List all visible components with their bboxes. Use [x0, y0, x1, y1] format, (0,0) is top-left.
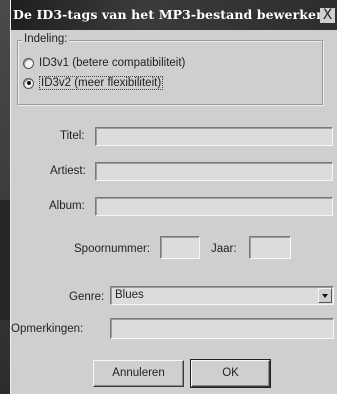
- comments-label: Opmerkingen:: [11, 323, 84, 335]
- id3-edit-dialog: De ID3-tags van het MP3-bestand bewerken…: [10, 0, 337, 394]
- radio-button-id3v1[interactable]: [23, 57, 34, 69]
- comments-field[interactable]: [110, 318, 334, 339]
- title-label: Titel:: [60, 130, 85, 142]
- genre-combobox[interactable]: Blues: [110, 286, 334, 305]
- genre-label: Genre:: [69, 291, 105, 303]
- artist-label: Artiest:: [50, 165, 86, 177]
- cancel-button[interactable]: Annuleren: [93, 360, 184, 387]
- track-number-field[interactable]: [160, 236, 200, 259]
- album-field[interactable]: [95, 197, 333, 216]
- dialog-title: De ID3-tags van het MP3-bestand bewerken: [13, 7, 326, 22]
- track-number-label: Spoornummer:: [74, 243, 151, 255]
- radio-id3v1-label: ID3v1 (betere compatibiliteit): [39, 57, 186, 69]
- close-icon: X: [322, 7, 333, 23]
- artist-field[interactable]: [95, 162, 333, 181]
- format-groupbox: Indeling: ID3v1 (betere compatibiliteit)…: [17, 33, 323, 105]
- radio-id3v1[interactable]: ID3v1 (betere compatibiliteit): [23, 55, 185, 71]
- format-group-legend: Indeling:: [22, 33, 70, 45]
- radio-button-id3v2[interactable]: [23, 77, 34, 89]
- background-shadow: [0, 200, 10, 320]
- close-button[interactable]: X: [320, 8, 335, 23]
- ok-button[interactable]: OK: [190, 359, 271, 388]
- album-label: Album:: [49, 200, 85, 212]
- dialog-titlebar[interactable]: De ID3-tags van het MP3-bestand bewerken…: [11, 0, 337, 30]
- year-field[interactable]: [249, 236, 291, 259]
- year-label: Jaar:: [211, 243, 237, 255]
- genre-selected-value: Blues: [115, 289, 144, 301]
- chevron-down-icon[interactable]: [318, 288, 332, 303]
- background-window-edge: [0, 0, 10, 394]
- radio-id3v2[interactable]: ID3v2 (meer flexibiliteit): [23, 75, 164, 91]
- radio-id3v2-label: ID3v2 (meer flexibiliteit): [39, 76, 164, 90]
- title-field[interactable]: [95, 127, 333, 146]
